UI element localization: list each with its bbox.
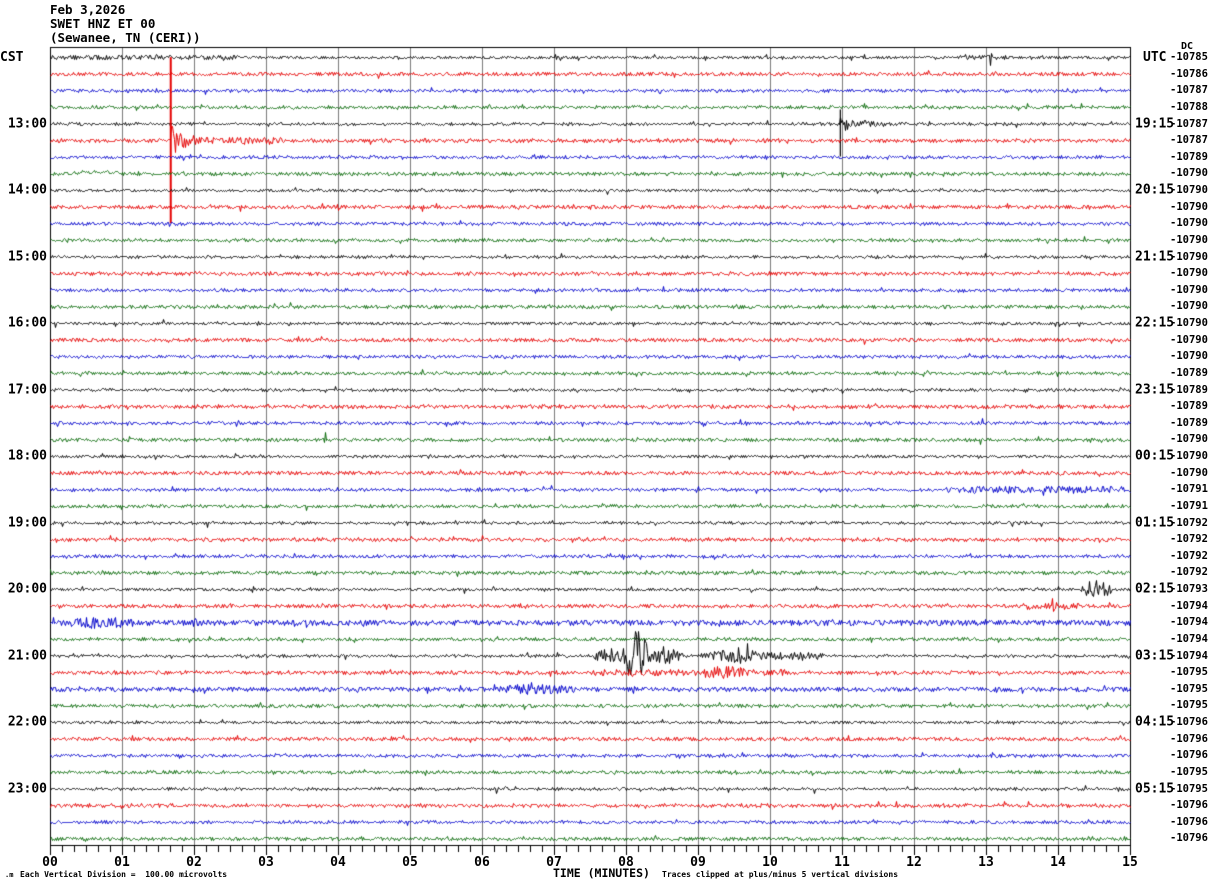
minute-tick-label: 05 xyxy=(402,855,418,870)
dc-offset-value: -10790 xyxy=(1170,350,1208,363)
dc-offset-value: -10795 xyxy=(1170,699,1208,712)
dc-offset-value: -10790 xyxy=(1170,233,1208,246)
dc-offset-value: -10796 xyxy=(1170,732,1208,745)
cst-hour-label: 16:00 xyxy=(7,315,47,331)
minute-tick-label: 02 xyxy=(186,855,202,870)
dc-offset-value: -10794 xyxy=(1170,616,1208,629)
dc-offset-value: -10790 xyxy=(1170,283,1208,296)
minute-tick-label: 03 xyxy=(258,855,274,870)
utc-hour-label: 03:15 xyxy=(1135,648,1175,663)
dc-offset-value: -10794 xyxy=(1170,649,1208,662)
utc-hour-label: 02:15 xyxy=(1135,581,1175,597)
utc-hour-label: 19:15 xyxy=(1135,116,1175,131)
dc-offset-value: -10790 xyxy=(1170,450,1208,462)
dc-offset-value: -10796 xyxy=(1170,815,1208,828)
cst-hour-label: 13:00 xyxy=(7,116,47,131)
dc-offset-value: -10791 xyxy=(1170,483,1208,496)
dc-offset-value: -10790 xyxy=(1170,466,1208,479)
left-axis-title: CST xyxy=(0,50,24,65)
dc-offset-value: -10790 xyxy=(1170,300,1208,313)
dc-offset-value: -10787 xyxy=(1170,134,1208,147)
minute-tick-label: 10 xyxy=(762,855,778,870)
dc-offset-value: -10790 xyxy=(1170,184,1208,196)
dc-offset-value: -10792 xyxy=(1170,533,1208,546)
station-code: SWET HNZ ET 00 xyxy=(50,16,156,31)
dc-offset-value: -10785 xyxy=(1170,51,1208,63)
seismogram-canvas xyxy=(0,0,1210,886)
dc-offset-value: -10786 xyxy=(1170,67,1208,80)
dc-offset-value: -10796 xyxy=(1170,716,1208,728)
dc-offset-value: -10789 xyxy=(1170,400,1208,413)
minute-tick-label: 04 xyxy=(330,855,346,870)
dc-offset-value: -10787 xyxy=(1170,117,1208,130)
dc-offset-value: -10789 xyxy=(1170,416,1208,429)
x-axis-title: TIME (MINUTES) xyxy=(553,866,650,880)
cst-hour-label: 23:00 xyxy=(7,781,47,796)
dc-offset-value: -10794 xyxy=(1170,632,1208,645)
cst-hour-label: 14:00 xyxy=(7,182,47,198)
utc-hour-label: 21:15 xyxy=(1135,249,1175,264)
utc-hour-label: 00:15 xyxy=(1135,448,1175,464)
dc-offset-value: -10795 xyxy=(1170,682,1208,695)
minute-tick-label: 13 xyxy=(978,855,994,870)
dc-offset-value: -10787 xyxy=(1170,84,1208,97)
minute-tick-label: 15 xyxy=(1122,855,1138,870)
utc-hour-label: 23:15 xyxy=(1135,382,1175,397)
minute-tick-label: 06 xyxy=(474,855,490,870)
minute-tick-label: 00 xyxy=(42,855,58,870)
dc-offset-value: -10792 xyxy=(1170,566,1208,579)
dc-offset-value: -10790 xyxy=(1170,317,1208,329)
cst-hour-label: 15:00 xyxy=(7,249,47,264)
utc-hour-label: 04:15 xyxy=(1135,714,1175,730)
cst-hour-label: 18:00 xyxy=(7,448,47,464)
dc-offset-value: -10790 xyxy=(1170,217,1208,230)
utc-hour-label: 01:15 xyxy=(1135,515,1175,530)
dc-offset-value: -10789 xyxy=(1170,366,1208,379)
dc-offset-value: -10789 xyxy=(1170,150,1208,163)
dc-offset-value: -10790 xyxy=(1170,167,1208,180)
corner-mark: .m xyxy=(5,871,14,879)
dc-offset-value: -10795 xyxy=(1170,666,1208,679)
scale-note: Each Vertical Division = 100.00 microvol… xyxy=(20,870,228,879)
cst-hour-label: 20:00 xyxy=(7,581,47,597)
dc-offset-value: -10790 xyxy=(1170,250,1208,263)
minute-tick-label: 09 xyxy=(690,855,706,870)
dc-offset-value: -10792 xyxy=(1170,516,1208,529)
minute-tick-label: 11 xyxy=(834,855,850,870)
dc-offset-value: -10790 xyxy=(1170,267,1208,280)
minute-tick-label: 12 xyxy=(906,855,922,870)
cst-hour-label: 22:00 xyxy=(7,714,47,730)
utc-hour-label: 05:15 xyxy=(1135,781,1175,796)
dc-offset-value: -10789 xyxy=(1170,383,1208,396)
dc-offset-value: -10792 xyxy=(1170,549,1208,562)
clipping-note: Traces clipped at plus/minus 5 vertical … xyxy=(662,870,899,879)
minute-tick-label: 14 xyxy=(1050,855,1066,870)
cst-hour-label: 17:00 xyxy=(7,382,47,397)
right-axis-title: UTC xyxy=(1143,50,1167,65)
utc-hour-label: 20:15 xyxy=(1135,182,1175,198)
dc-offset-value: -10790 xyxy=(1170,433,1208,446)
dc-offset-value: -10790 xyxy=(1170,200,1208,213)
dc-offset-value: -10796 xyxy=(1170,749,1208,762)
dc-offset-value: -10788 xyxy=(1170,100,1208,113)
dc-offset-value: -10796 xyxy=(1170,799,1208,812)
helicorder-screen: Feb 3,2026 SWET HNZ ET 00 (Sewanee, TN (… xyxy=(0,0,1210,886)
cst-hour-label: 19:00 xyxy=(7,515,47,530)
utc-hour-label: 22:15 xyxy=(1135,315,1175,331)
dc-offset-value: -10793 xyxy=(1170,583,1208,595)
cst-hour-label: 21:00 xyxy=(7,648,47,663)
dc-offset-value: -10791 xyxy=(1170,499,1208,512)
dc-offset-value: -10794 xyxy=(1170,599,1208,612)
dc-offset-value: -10795 xyxy=(1170,765,1208,778)
dc-offset-value: -10795 xyxy=(1170,782,1208,795)
dc-offset-value: -10796 xyxy=(1170,832,1208,845)
station-location: (Sewanee, TN (CERI)) xyxy=(50,30,201,45)
dc-offset-value: -10790 xyxy=(1170,333,1208,346)
plot-date: Feb 3,2026 xyxy=(50,2,126,17)
minute-tick-label: 01 xyxy=(114,855,130,870)
